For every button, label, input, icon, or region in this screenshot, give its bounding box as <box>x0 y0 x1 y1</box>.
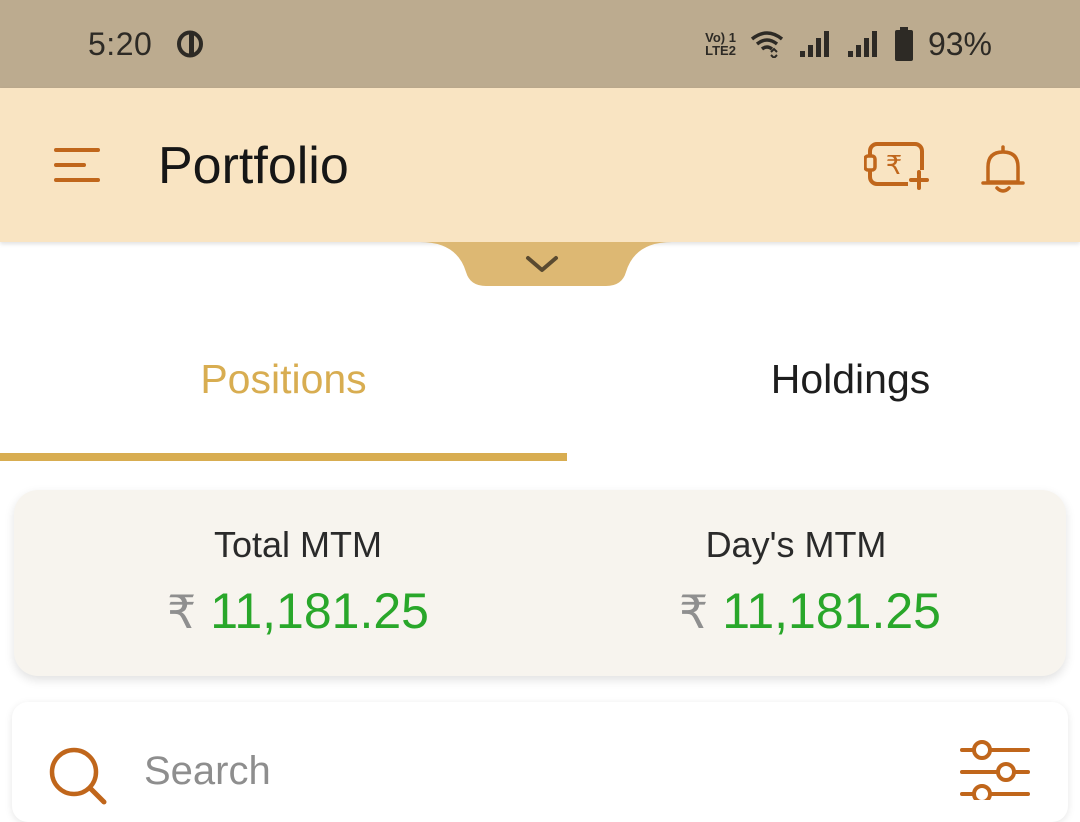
total-mtm-label: Total MTM <box>213 524 382 565</box>
rupee-icon: ₹ <box>166 586 197 638</box>
app-bar: Portfolio ₹ <box>0 88 1080 242</box>
active-tab-indicator <box>0 453 567 461</box>
days-mtm-label: Day's MTM <box>705 524 887 565</box>
tab-positions[interactable]: Positions <box>0 356 567 416</box>
signal-icon <box>847 31 877 57</box>
status-time: 5:20 <box>88 26 153 62</box>
days-mtm-value-container: ₹11,181.25 <box>560 582 1060 640</box>
add-funds-icon[interactable]: ₹ <box>864 140 930 192</box>
total-mtm-value: 11,181.25 <box>210 583 429 639</box>
menu-icon[interactable] <box>54 148 100 182</box>
status-bar: 5:20 Vo) 1 LTE2 93% <box>0 0 1080 88</box>
collapse-toggle[interactable] <box>420 242 672 286</box>
tab-holdings[interactable]: Holdings <box>567 356 1080 416</box>
search-bar <box>12 702 1068 822</box>
search-icon <box>49 747 107 805</box>
page-title: Portfolio <box>158 137 349 195</box>
signal-icon <box>799 31 829 57</box>
battery-icon <box>894 27 913 61</box>
o-notification-icon <box>177 30 203 58</box>
wifi-icon <box>750 31 784 58</box>
volte-indicator: Vo) 1 LTE2 <box>705 31 736 57</box>
filter-icon[interactable] <box>960 740 1030 800</box>
rupee-icon: ₹ <box>678 586 709 638</box>
status-right: Vo) 1 LTE2 93% <box>705 24 992 64</box>
battery-percent: 93% <box>927 25 992 62</box>
svg-text:₹: ₹ <box>886 151 903 181</box>
mtm-summary-card: Total MTM ₹11,181.25 Day's MTM ₹11,181.2… <box>14 490 1066 676</box>
total-mtm-value-container: ₹11,181.25 <box>48 582 548 640</box>
bell-icon[interactable] <box>980 144 1026 194</box>
volte-bottom: LTE2 <box>705 43 736 58</box>
days-mtm-value: 11,181.25 <box>722 583 941 639</box>
